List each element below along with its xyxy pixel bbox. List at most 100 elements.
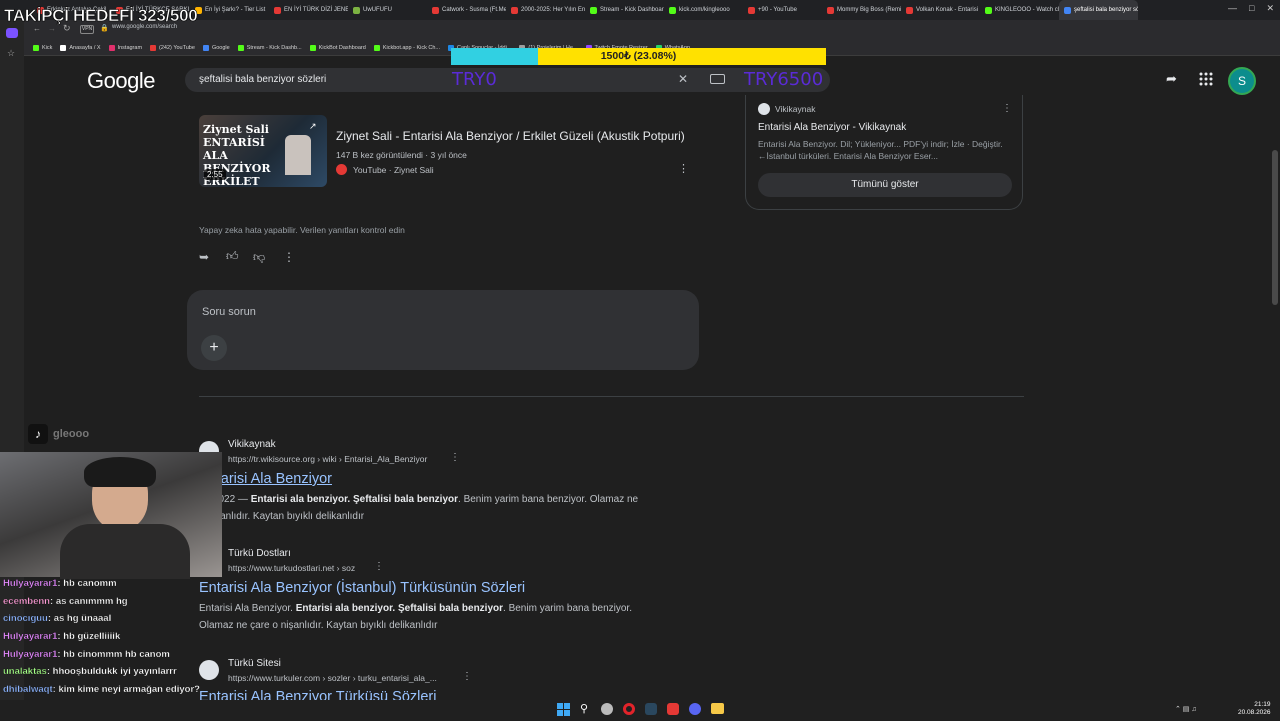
tab[interactable]: 2000-2025: Her Yılın En [506, 0, 585, 20]
result-url[interactable]: https://www.turkuler.com › sozler › turk… [228, 673, 437, 683]
tab[interactable]: UwUFUFU [348, 0, 427, 20]
app-icon[interactable] [601, 703, 613, 715]
bookmark[interactable]: Kick [30, 45, 55, 51]
tab[interactable]: KINGLEOOO - Watch clip [980, 0, 1059, 20]
bookmark-favicon [60, 45, 67, 51]
share-icon[interactable]: ➥ [199, 250, 209, 264]
tab[interactable]: Catwork - Susma (Ft.Mel [427, 0, 506, 20]
star-icon[interactable]: ☆ [7, 48, 15, 59]
webcam [0, 452, 222, 579]
taskbar: ⚲ ⌃ ▤ ♫ 21:19 20.08.2026 [0, 700, 1280, 720]
result-url[interactable]: https://www.turkudostlari.net › soz [228, 563, 355, 573]
side-card-title[interactable]: Entarisi Ala Benziyor - Vikikaynak [758, 122, 906, 133]
maximize-icon[interactable]: □ [1249, 3, 1254, 14]
show-all-button[interactable]: Tümünü göster [758, 173, 1012, 197]
result-more-icon[interactable]: ⋮ [374, 561, 384, 572]
tab-favicon [1064, 6, 1071, 14]
bookmark-favicon [202, 45, 209, 51]
video-source: YouTube · Ziynet Sali [353, 165, 434, 175]
bookmark[interactable]: Stream - Kick Dashb... [235, 45, 305, 51]
side-card-source: Vikikaynak [775, 104, 816, 114]
discord-icon[interactable] [689, 703, 701, 715]
vpn-badge[interactable]: VPN [80, 25, 94, 34]
scrollbar-thumb[interactable] [1272, 150, 1278, 305]
chat-username: Hulyayarar1 [3, 648, 58, 660]
search-query[interactable]: şeftalisi bala benziyor sözleri [199, 74, 326, 85]
tab[interactable]: EN İYİ TÜRK DİZİ JENERİ [269, 0, 348, 20]
chat-username: dhibalwaqt [3, 684, 53, 696]
ask-box[interactable]: Soru sorun + [187, 290, 699, 370]
folder-icon[interactable] [711, 703, 724, 714]
bookmark[interactable]: Anasayfa / X [57, 45, 103, 51]
bookmark[interactable]: Google [200, 45, 233, 51]
donation-min-label: TRY0 [452, 69, 497, 90]
tab[interactable]: Volkan Konak - Entarisi [901, 0, 980, 20]
bookmark[interactable]: KickBot Dashboard [307, 45, 369, 51]
app-icon[interactable] [667, 703, 679, 715]
tab-favicon [432, 6, 439, 14]
chat-message: cinocıguu: as hg ünaaal [3, 613, 112, 625]
result-url[interactable]: https://tr.wikisource.org › wiki › Entar… [228, 454, 427, 464]
share-icon[interactable]: ➦ [1166, 71, 1177, 87]
account-avatar[interactable]: S [1228, 67, 1256, 95]
chat-username: Hulyayarar1 [3, 631, 58, 643]
result-title[interactable]: Entarisi Ala Benziyor Türküsü Sözleri [199, 689, 436, 700]
plus-button[interactable]: + [201, 335, 227, 361]
close-icon[interactable]: ✕ [1266, 3, 1274, 14]
tab[interactable]: şeftalisi bala benziyor sözl [1059, 0, 1138, 20]
opera-icon[interactable] [623, 703, 635, 715]
apps-icon[interactable] [1199, 72, 1213, 86]
tab[interactable]: Stream - Kick Dashboard [585, 0, 664, 20]
bookmark[interactable]: Instagram [106, 45, 145, 51]
result-favicon [199, 660, 219, 680]
chat-message: ecembenn: as canımmm hg [3, 595, 128, 607]
workspace-icon[interactable] [6, 28, 18, 38]
tab[interactable]: En İyi Şarkı? - Tier List [190, 0, 269, 20]
bookmark-label: Kick [42, 45, 53, 51]
thumbs-up-icon[interactable]: 👍︎ [226, 249, 239, 264]
google-logo[interactable]: Google [87, 68, 155, 94]
tab-favicon [274, 6, 281, 14]
bookmark-favicon [373, 45, 380, 51]
result-site: Türkü Sitesi [228, 658, 281, 669]
thumbs-down-icon[interactable]: 👎︎ [253, 250, 265, 265]
tiktok-icon: ♪ [28, 424, 48, 444]
clear-icon[interactable]: ✕ [678, 72, 688, 86]
result-title[interactable]: Entarisi Ala Benziyor (İstanbul) Türküsü… [199, 580, 525, 596]
ai-disclaimer: Yapay zeka hata yapabilir. Verilen yanıt… [199, 225, 405, 235]
bookmark[interactable]: Kickbot.app - Kick Ch... [371, 45, 443, 51]
tab-favicon [590, 6, 597, 14]
chat-username: Hulyayarar1 [3, 578, 58, 589]
tab[interactable]: Mommy Big Boss (Remix [822, 0, 901, 20]
webcam-headphones [84, 457, 156, 487]
tab-label: Stream - Kick Dashboard [600, 7, 664, 13]
minimize-icon[interactable]: — [1228, 3, 1237, 14]
chat-text: hb cinommm hb canom [63, 648, 170, 660]
chat-message: Hulyayarar1: hb cinommm hb canom [3, 648, 170, 660]
steam-icon[interactable] [645, 703, 657, 715]
tray-icons[interactable]: ⌃ ▤ ♫ [1175, 705, 1197, 713]
clock[interactable]: 21:19 20.08.2026 [1238, 701, 1271, 717]
tab-label: En İyi Şarkı? - Tier List [205, 7, 266, 13]
result-more-icon[interactable]: ⋮ [462, 671, 472, 682]
keyboard-icon[interactable] [710, 74, 725, 84]
bookmark[interactable]: (242) YouTube [147, 45, 198, 51]
tab[interactable]: kick.com/kingleooo [664, 0, 743, 20]
result-more-icon[interactable]: ⋮ [450, 452, 460, 463]
video-title[interactable]: Ziynet Sali - Entarisi Ala Benziyor / Er… [336, 129, 685, 143]
video-thumbnail[interactable]: Ziynet Sali ENTARİSİ ALA BENZİYOR ERKİLE… [199, 115, 327, 187]
side-card-more-icon[interactable]: ⋮ [1002, 103, 1012, 114]
tab-label: Volkan Konak - Entarisi [916, 7, 979, 13]
tab[interactable]: +90 - YouTube [743, 0, 822, 20]
tab-favicon [827, 6, 834, 14]
more-options-icon[interactable]: ⋮ [678, 162, 689, 175]
bookmark-label: Stream - Kick Dashb... [246, 45, 302, 51]
chat-overlay: Hulyayarar1: hb canomm ecembenn: as canım… [3, 578, 200, 720]
start-icon[interactable] [557, 703, 570, 716]
youtube-icon [336, 164, 347, 175]
search-icon[interactable]: ⚲ [580, 702, 588, 715]
more-icon[interactable]: ⋮ [283, 250, 295, 264]
open-icon: ↗ [309, 121, 317, 131]
tab-label: 2000-2025: Her Yılın En [521, 7, 585, 13]
chat-text: hb güzelliiiik [63, 631, 121, 643]
